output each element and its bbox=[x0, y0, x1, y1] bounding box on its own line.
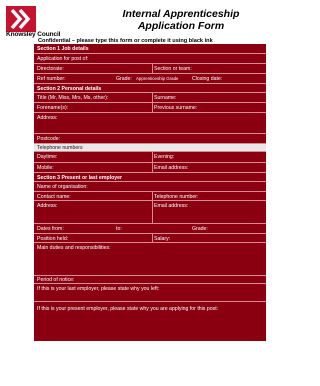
why-left-field[interactable]: If this is your last employer, please st… bbox=[34, 283, 266, 301]
section-or-team-field[interactable]: Section or team: bbox=[154, 66, 192, 72]
employer-address-field[interactable]: Address: bbox=[37, 203, 57, 209]
postcode-field[interactable]: Postcode: bbox=[34, 133, 266, 143]
grade-label: Grade: bbox=[116, 75, 132, 82]
title-line-1: Internal Apprenticeship bbox=[122, 8, 240, 20]
evening-field[interactable]: Evening: bbox=[154, 154, 174, 160]
page-title: Internal Apprenticeship Application Form bbox=[96, 8, 266, 32]
salary-field[interactable]: Salary: bbox=[154, 236, 170, 242]
dates-from-field[interactable]: Dates from: bbox=[37, 226, 64, 232]
why-applying-field[interactable]: If this is your present employer, please… bbox=[34, 301, 266, 341]
period-of-notice-field[interactable]: Period of notice: bbox=[34, 275, 266, 283]
mobile-row: Mobile: Email address: bbox=[34, 162, 266, 172]
contact-name-row: Contact name: Telephone number: bbox=[34, 191, 266, 200]
surname-field[interactable]: Surname: bbox=[154, 95, 177, 101]
directorate-field[interactable]: Directorate: bbox=[37, 66, 64, 72]
council-logo: Knowsley Council bbox=[6, 6, 68, 40]
telephone-numbers-heading: Telephone numbers bbox=[34, 143, 266, 151]
directorate-row: Directorate: Section or team: bbox=[34, 63, 266, 73]
application-for-post-field[interactable]: Application for post of: bbox=[34, 53, 266, 63]
section-1-heading: Section 1 Job details bbox=[37, 45, 89, 52]
divider bbox=[152, 92, 153, 112]
employer-telephone-field[interactable]: Telephone number: bbox=[154, 194, 198, 200]
employer-email-field[interactable]: Email address: bbox=[154, 203, 188, 209]
address-field[interactable]: Address: bbox=[34, 112, 266, 133]
divider bbox=[152, 191, 153, 223]
employer-grade-field[interactable]: Grade: bbox=[192, 226, 208, 232]
email-field[interactable]: Email address: bbox=[154, 165, 188, 171]
grade-value: Apprenticeship Grade bbox=[136, 76, 179, 82]
logo-text: Knowsley Council bbox=[6, 31, 61, 38]
council-logo-mark bbox=[6, 6, 36, 32]
forenames-field[interactable]: Forename(s): bbox=[37, 105, 68, 111]
ref-number-row: Ref number: Grade: Apprenticeship Grade … bbox=[34, 73, 266, 83]
dates-to-field[interactable]: to: bbox=[116, 226, 122, 232]
ref-number-field[interactable]: Ref number: bbox=[37, 76, 66, 82]
position-held-field[interactable]: Position held: bbox=[37, 236, 68, 242]
contact-name-field[interactable]: Contact name: bbox=[37, 194, 71, 200]
closing-date-field[interactable]: Closing date: bbox=[192, 76, 222, 82]
organisation-name-field[interactable]: Name of organisation: bbox=[34, 181, 266, 191]
forenames-row: Forename(s): Previous surname: bbox=[34, 102, 266, 112]
employer-address-row: Address: Email address: bbox=[34, 200, 266, 223]
divider bbox=[152, 151, 153, 172]
position-row: Position held: Salary: bbox=[34, 233, 266, 242]
section-3-heading: Section 3 Present or last employer bbox=[34, 172, 266, 181]
previous-surname-field[interactable]: Previous surname: bbox=[154, 105, 197, 111]
dates-row: Dates from: to: Grade: bbox=[34, 223, 266, 233]
title-row: Title (Mr, Miss, Mrs, Ms, other): Surnam… bbox=[34, 92, 266, 102]
daytime-field[interactable]: Daytime: bbox=[37, 154, 57, 160]
divider bbox=[152, 63, 153, 73]
divider bbox=[152, 233, 153, 242]
title-field[interactable]: Title (Mr, Miss, Mrs, Ms, other): bbox=[37, 95, 108, 101]
mobile-field[interactable]: Mobile: bbox=[37, 165, 54, 171]
daytime-row: Daytime: Evening: bbox=[34, 151, 266, 162]
main-duties-field[interactable]: Main duties and responsibilities: bbox=[34, 242, 266, 275]
title-line-2: Application Form bbox=[137, 20, 225, 32]
application-form: Section 1 Job details Application for po… bbox=[34, 44, 266, 341]
section-2-heading: Section 2 Personal details bbox=[34, 83, 266, 92]
